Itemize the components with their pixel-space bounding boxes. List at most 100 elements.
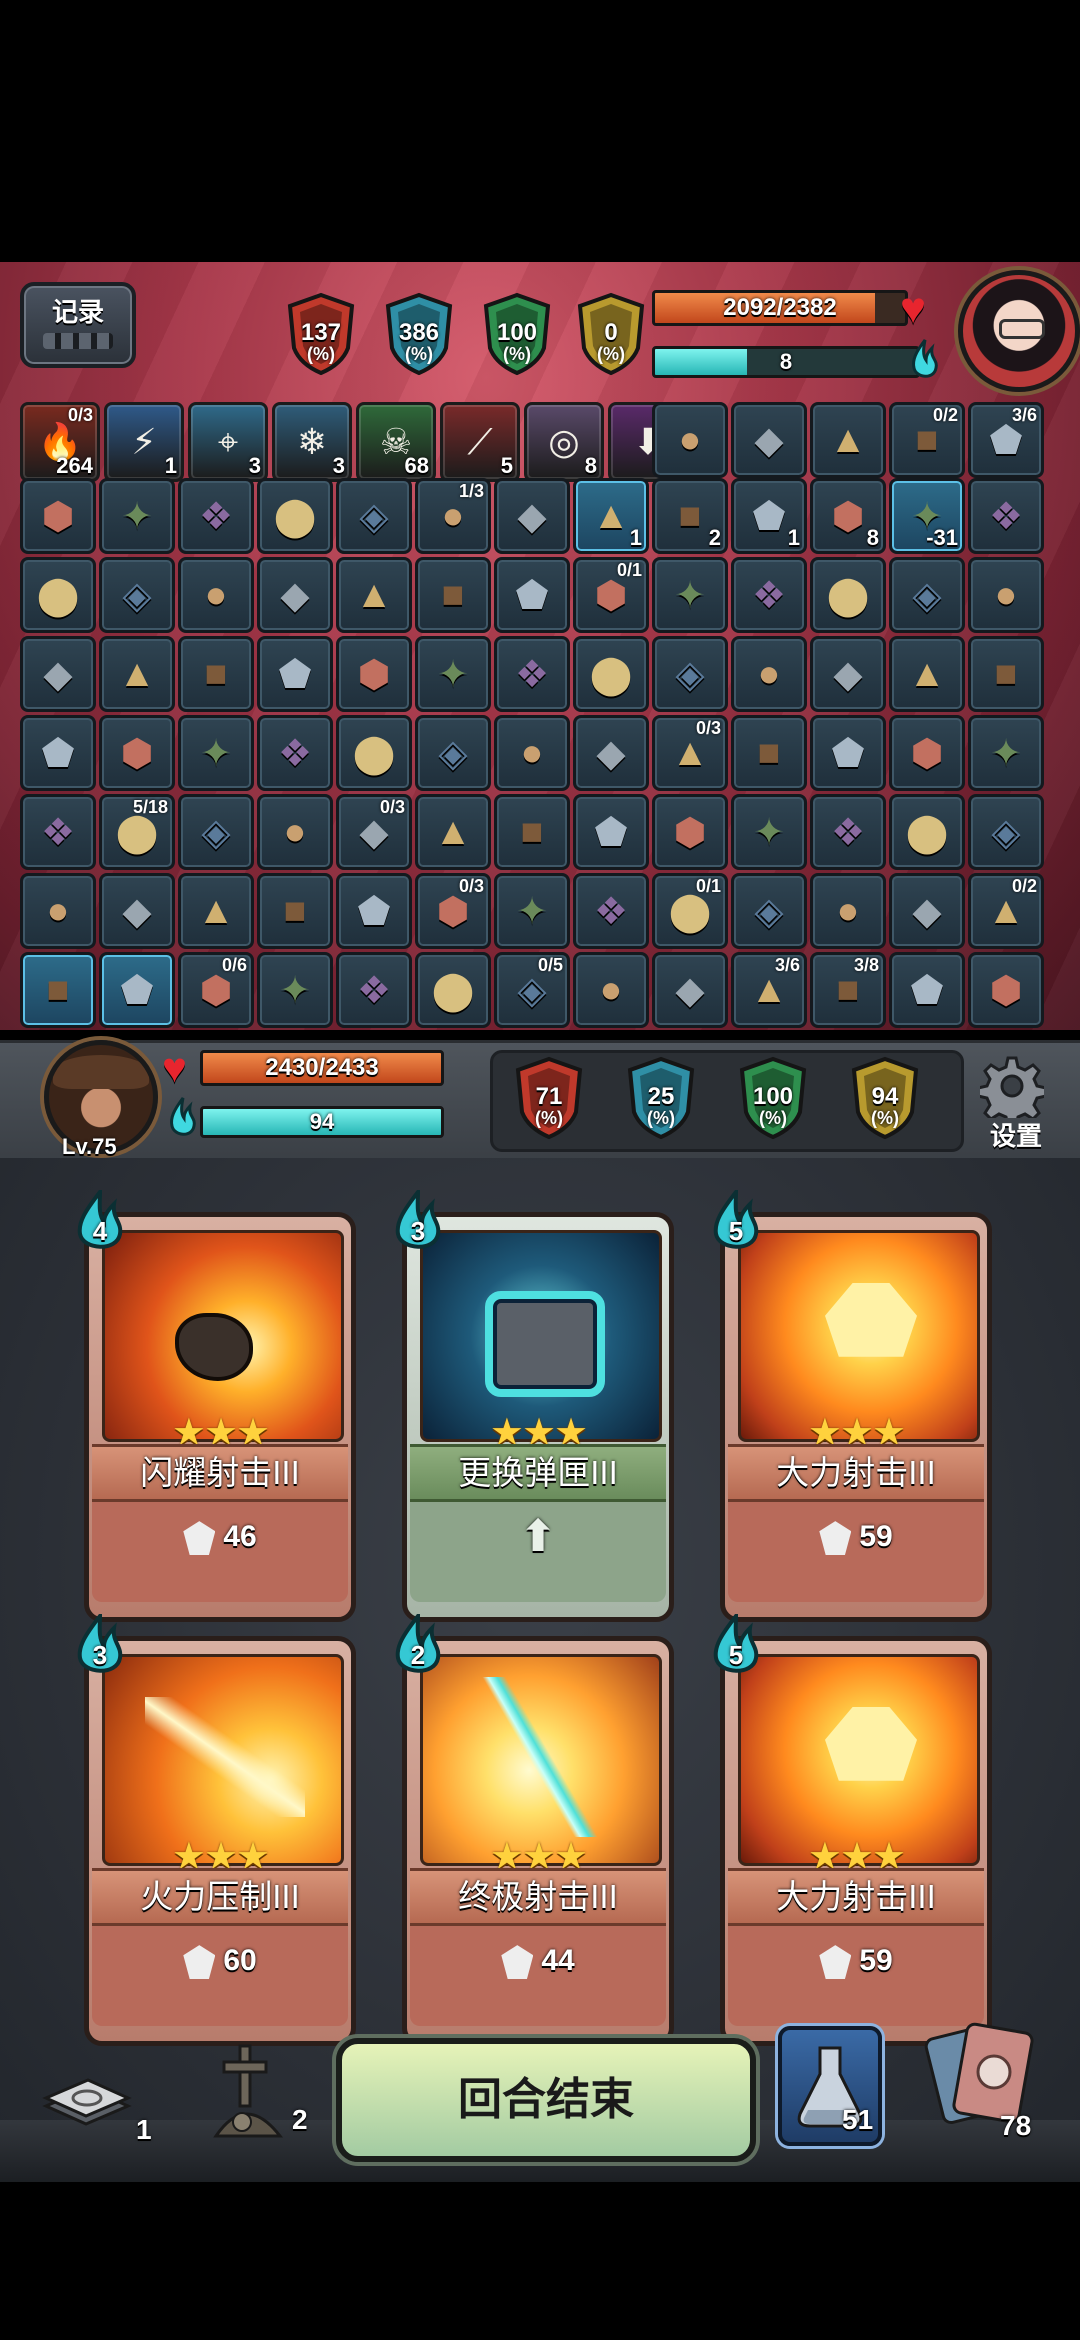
- relic-item[interactable]: ⬟: [494, 557, 570, 633]
- relic-item[interactable]: ◈: [99, 557, 175, 633]
- player-stat-2[interactable]: 100 (%): [738, 1056, 808, 1140]
- relic-item[interactable]: ⬟: [257, 636, 333, 712]
- relic-item[interactable]: ⬢: [889, 715, 965, 791]
- relic-item[interactable]: ◈: [336, 478, 412, 554]
- relic-item[interactable]: ●: [20, 873, 96, 949]
- relic-item[interactable]: ❖: [810, 794, 886, 870]
- relic-item[interactable]: ◈: [889, 557, 965, 633]
- relic-item[interactable]: ❖: [731, 557, 807, 633]
- relic-item[interactable]: ◆: [494, 478, 570, 554]
- relic-item[interactable]: ▲: [889, 636, 965, 712]
- relic-item[interactable]: ■: [731, 715, 807, 791]
- relic-item[interactable]: ■: [968, 636, 1044, 712]
- relic-item[interactable]: ▲: [810, 402, 886, 478]
- relic-item[interactable]: ▲ 0/3: [652, 715, 728, 791]
- relic-item[interactable]: ⬢ 0/6: [178, 952, 254, 1028]
- player-stat-0[interactable]: 71 (%): [514, 1056, 584, 1140]
- buff-3[interactable]: ❄ 3: [272, 402, 352, 482]
- relic-item[interactable]: ✦: [494, 873, 570, 949]
- relic-item[interactable]: ▲ 1: [573, 478, 649, 554]
- relic-item[interactable]: ▲ 0/2: [968, 873, 1044, 949]
- relic-item[interactable]: ●: [731, 636, 807, 712]
- relic-item[interactable]: ◆: [573, 715, 649, 791]
- relic-item[interactable]: ❖: [178, 478, 254, 554]
- enemy-stat-1[interactable]: 386 (%): [384, 292, 454, 376]
- relic-item[interactable]: ■: [257, 873, 333, 949]
- relic-item[interactable]: ▲: [336, 557, 412, 633]
- relic-item[interactable]: ■ 3/8: [810, 952, 886, 1028]
- relic-item[interactable]: ⬤: [889, 794, 965, 870]
- relic-item[interactable]: ⬟: [99, 952, 175, 1028]
- relic-item[interactable]: ❖: [20, 794, 96, 870]
- buff-0[interactable]: 🔥 264 0/3: [20, 402, 100, 482]
- relic-item[interactable]: ⬤: [336, 715, 412, 791]
- relic-item[interactable]: ⬟ 1: [731, 478, 807, 554]
- relic-item[interactable]: ⬢: [99, 715, 175, 791]
- relic-item[interactable]: ⬢: [652, 794, 728, 870]
- relic-item[interactable]: ▲: [178, 873, 254, 949]
- graveyard-pile[interactable]: 2: [196, 2036, 308, 2146]
- buff-2[interactable]: ⌖ 3: [188, 402, 268, 482]
- player-stat-3[interactable]: 94 (%): [850, 1056, 920, 1140]
- relic-item[interactable]: ✦: [968, 715, 1044, 791]
- relic-item[interactable]: ✦: [415, 636, 491, 712]
- relic-item[interactable]: ◈: [415, 715, 491, 791]
- relic-item[interactable]: ✦: [99, 478, 175, 554]
- skill-card[interactable]: ★★★ 闪耀射击III 46 4: [77, 1186, 356, 1622]
- enemy-stat-3[interactable]: 0 (%): [576, 292, 646, 376]
- relic-item[interactable]: ⬤ 5/18: [99, 794, 175, 870]
- relic-item[interactable]: ❖: [336, 952, 412, 1028]
- relic-item[interactable]: ❖: [494, 636, 570, 712]
- buff-1[interactable]: ⚡ 1: [104, 402, 184, 482]
- relic-item[interactable]: ◈ 0/5: [494, 952, 570, 1028]
- relic-item[interactable]: ⬤: [573, 636, 649, 712]
- relic-item[interactable]: ■: [20, 952, 96, 1028]
- relic-item[interactable]: ◆ 0/3: [336, 794, 412, 870]
- settings-button[interactable]: [976, 1054, 1048, 1128]
- relic-item[interactable]: ✦: [257, 952, 333, 1028]
- relic-item[interactable]: ●: [573, 952, 649, 1028]
- relic-item[interactable]: ⬤: [20, 557, 96, 633]
- relic-item[interactable]: ⬟ 3/6: [968, 402, 1044, 478]
- relic-item[interactable]: ◆: [652, 952, 728, 1028]
- end-turn-button[interactable]: 回合结束: [336, 2038, 756, 2162]
- relic-item[interactable]: ■ 0/2: [889, 402, 965, 478]
- relic-item[interactable]: ⬢ 8: [810, 478, 886, 554]
- relic-item[interactable]: ⬢: [968, 952, 1044, 1028]
- relic-item[interactable]: ⬤: [257, 478, 333, 554]
- relic-item[interactable]: ◈: [731, 873, 807, 949]
- relic-item[interactable]: ◈: [968, 794, 1044, 870]
- relic-item[interactable]: ⬤ 0/1: [652, 873, 728, 949]
- relic-item[interactable]: ◆: [731, 402, 807, 478]
- relic-item[interactable]: ■: [494, 794, 570, 870]
- relic-item[interactable]: ⬟: [889, 952, 965, 1028]
- skill-card[interactable]: ★★★ 终极射击III 44 2: [395, 1610, 674, 2046]
- relic-item[interactable]: ◈: [652, 636, 728, 712]
- relic-item[interactable]: ●: [652, 402, 728, 478]
- buff-6[interactable]: ◎ 8: [524, 402, 604, 482]
- relic-item[interactable]: ●: [494, 715, 570, 791]
- relic-item[interactable]: ◆: [257, 557, 333, 633]
- relic-item[interactable]: ⬟: [810, 715, 886, 791]
- relic-item[interactable]: ▲ 3/6: [731, 952, 807, 1028]
- skill-card[interactable]: ★★★ 火力压制III 60 3: [77, 1610, 356, 2046]
- relic-item[interactable]: ✦: [731, 794, 807, 870]
- log-button[interactable]: 记录: [20, 282, 136, 368]
- relic-item[interactable]: ❖: [573, 873, 649, 949]
- relic-item[interactable]: ⬟: [20, 715, 96, 791]
- potion-pile[interactable]: 51: [778, 2026, 882, 2146]
- discard-pile[interactable]: 78: [920, 2014, 1060, 2144]
- relic-item[interactable]: ✦: [178, 715, 254, 791]
- relic-item[interactable]: ⬟: [573, 794, 649, 870]
- skill-card[interactable]: ★★★ 大力射击III 59 5: [713, 1186, 992, 1622]
- relic-item[interactable]: ● 1/3: [415, 478, 491, 554]
- relic-item[interactable]: ■ 2: [652, 478, 728, 554]
- relic-item[interactable]: ❖: [968, 478, 1044, 554]
- relic-item[interactable]: ●: [968, 557, 1044, 633]
- relic-item[interactable]: ●: [257, 794, 333, 870]
- relic-item[interactable]: ●: [810, 873, 886, 949]
- relic-item[interactable]: ▲: [99, 636, 175, 712]
- relic-item[interactable]: ⬢ 0/1: [573, 557, 649, 633]
- draw-pile[interactable]: 1: [36, 2062, 152, 2146]
- relic-item[interactable]: ✦: [652, 557, 728, 633]
